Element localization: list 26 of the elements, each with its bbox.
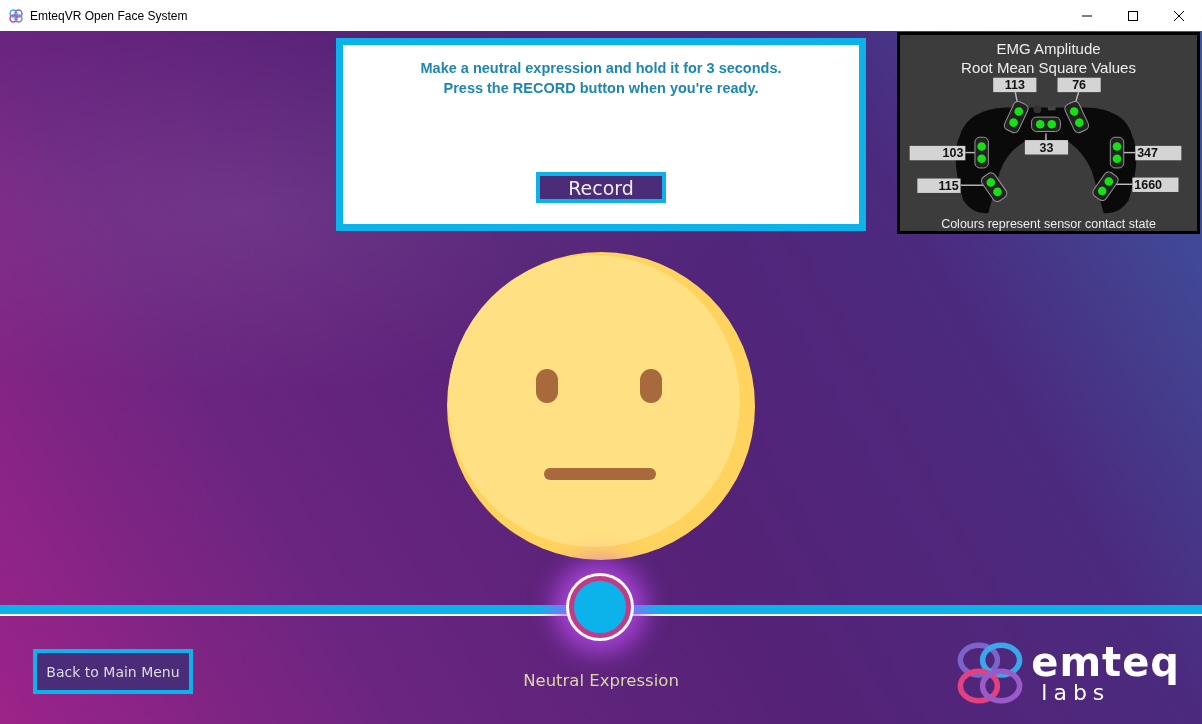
- sensor-value: 115: [917, 178, 961, 194]
- expression-label: Neutral Expression: [523, 671, 679, 692]
- neutral-face-icon: [446, 251, 756, 561]
- emg-panel-title: EMG Amplitude: [996, 39, 1101, 58]
- leader-line: [1075, 91, 1080, 103]
- back-to-main-menu-button[interactable]: Back to Main Menu: [33, 649, 193, 694]
- window-title: EmteqVR Open Face System: [30, 8, 188, 23]
- status-light-icon: [1047, 106, 1056, 111]
- sensor-value: 347: [1135, 145, 1182, 161]
- emg-caption: Colours represent sensor contact state: [941, 217, 1156, 231]
- instruction-text: Make a neutral expression and hold it for 3 seconds.: [420, 59, 782, 78]
- sensor-value: 1660: [1132, 177, 1179, 193]
- close-icon[interactable]: [1174, 10, 1184, 21]
- emg-panel-title: Root Mean Square Values: [961, 58, 1136, 77]
- instruction-text: Press the RECORD button when you're ready.: [443, 79, 759, 98]
- status-light-icon: [1033, 105, 1042, 114]
- logo-subtext: labs: [1041, 682, 1111, 704]
- step-marker: [566, 573, 634, 641]
- app-icon: [8, 7, 24, 24]
- leader-line: [1045, 132, 1047, 141]
- sensor-value: 76: [1057, 77, 1101, 93]
- maximize-icon[interactable]: [1128, 10, 1138, 21]
- sensor-value: 113: [993, 77, 1037, 93]
- sensor-value: 33: [1024, 140, 1069, 155]
- sensor-value: 103: [909, 145, 966, 161]
- record-button[interactable]: Record: [536, 172, 666, 203]
